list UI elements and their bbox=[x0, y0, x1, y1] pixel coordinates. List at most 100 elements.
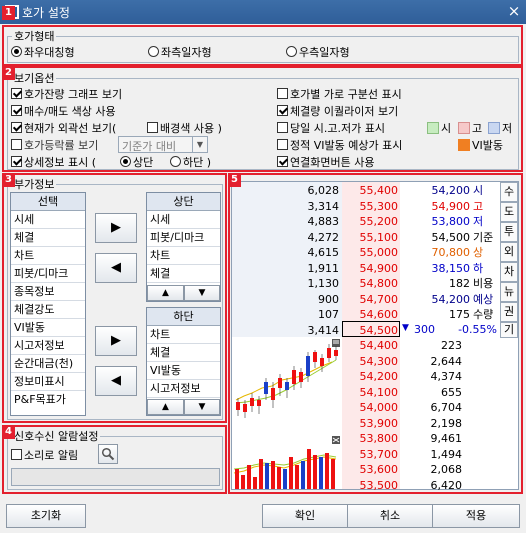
bottom-move-up-button[interactable]: ▲ bbox=[147, 399, 184, 415]
option-price-outline[interactable]: 현재가 외곽선 보기( bbox=[11, 120, 116, 136]
cancel-button[interactable]: 취소 bbox=[347, 504, 433, 528]
ask-qty: 4,272 bbox=[307, 230, 340, 244]
list-item[interactable]: 종목정보 bbox=[11, 283, 85, 301]
option-background-color[interactable]: 배경색 사용 ) bbox=[147, 120, 222, 136]
badge-5: 5 bbox=[228, 173, 241, 187]
option-row-divider[interactable]: 호가별 가로 구분선 표시 bbox=[277, 86, 402, 102]
option-depth-graph[interactable]: 호가잔량 그래프 보기 bbox=[11, 86, 122, 102]
ask-qty: 1,911 bbox=[307, 261, 340, 275]
sound-search-button[interactable] bbox=[98, 444, 118, 464]
close-button[interactable]: × bbox=[505, 3, 523, 21]
info-label: 예상 bbox=[473, 292, 494, 306]
ask-qty: 107 bbox=[318, 308, 339, 321]
badge-4: 4 bbox=[2, 425, 15, 439]
info-label: 시 bbox=[473, 184, 484, 197]
reset-button[interactable]: 초기화 bbox=[6, 504, 86, 528]
ok-button[interactable]: 확인 bbox=[262, 504, 348, 528]
tab-foreign[interactable]: 외 bbox=[500, 242, 518, 262]
ask-qty: 4,883 bbox=[307, 215, 340, 228]
volume-chart bbox=[233, 436, 340, 489]
option-linked-buttons[interactable]: 연결화면버튼 사용 bbox=[277, 154, 374, 170]
ask-price: 55,200 bbox=[359, 215, 399, 228]
radio-detail-top[interactable]: 상단 bbox=[120, 154, 153, 170]
legend-low: 저 bbox=[488, 120, 512, 136]
ask-price: 55,300 bbox=[359, 199, 399, 213]
top-header: 상단 bbox=[147, 193, 220, 211]
radio-detail-bottom[interactable]: 하단 ) bbox=[170, 154, 211, 170]
list-item[interactable]: 차트 bbox=[147, 326, 220, 344]
list-item[interactable]: 시고저정보 bbox=[11, 337, 85, 355]
tab-chart[interactable]: 차 bbox=[500, 262, 518, 282]
radio-icon bbox=[170, 156, 181, 167]
tab-order[interactable]: 수 bbox=[500, 182, 518, 202]
top-move-down-button[interactable]: ▼ bbox=[184, 285, 220, 301]
info-value: 182 bbox=[449, 277, 470, 290]
option-vi-expected[interactable]: 정적 VI발동 예상가 표시 bbox=[277, 137, 402, 153]
tab-sell[interactable]: 도 bbox=[500, 202, 518, 222]
bid-price: 54,100 bbox=[359, 385, 399, 399]
bid-price: 54,000 bbox=[359, 401, 399, 414]
quote-type-group: 호가형태 bbox=[7, 28, 519, 63]
ask-qty: 3,314 bbox=[307, 199, 340, 213]
selection-list[interactable]: 선택 시세 체결 차트 피봇/디마크 종목정보 체결강도 VI발동 시고저정보 … bbox=[10, 192, 86, 416]
apply-button[interactable]: 적용 bbox=[432, 504, 520, 528]
list-item[interactable]: 체결 bbox=[11, 229, 85, 247]
list-item[interactable]: 시세 bbox=[11, 211, 85, 229]
option-equalizer[interactable]: 체결량 이퀄라이저 보기 bbox=[277, 103, 398, 119]
list-item[interactable]: VI발동 bbox=[11, 319, 85, 337]
tab-rights[interactable]: 권 bbox=[500, 302, 518, 322]
view-options-legend: 보기옵션 bbox=[14, 72, 55, 85]
base-price-dropdown[interactable]: 기준가 대비 ▼ bbox=[118, 136, 208, 153]
list-item[interactable]: 체결강도 bbox=[11, 301, 85, 319]
info-label: 기준 bbox=[473, 230, 494, 244]
info-label: 저 bbox=[473, 215, 484, 228]
sound-alarm-checkbox[interactable]: 소리로 알림 bbox=[11, 447, 78, 463]
sound-file-field[interactable] bbox=[11, 468, 220, 486]
option-buy-sell-color[interactable]: 매수/매도 색상 사용 bbox=[11, 103, 116, 119]
option-change-rate[interactable]: 호가등락률 보기 bbox=[11, 137, 98, 153]
remove-from-bottom-button[interactable]: ◀ bbox=[95, 366, 137, 396]
list-item[interactable]: 시세 bbox=[147, 211, 220, 229]
bid-qty: 6,420 bbox=[430, 478, 463, 492]
add-to-bottom-button[interactable]: ▶ bbox=[95, 326, 137, 356]
bottom-move-down-button[interactable]: ▼ bbox=[184, 399, 220, 415]
ask-qty: 900 bbox=[318, 292, 339, 306]
radio-right-aligned[interactable]: 우측일자형 bbox=[286, 44, 350, 60]
bid-qty: 4,374 bbox=[430, 370, 463, 383]
list-item[interactable]: 체결 bbox=[147, 265, 220, 283]
info-label: 고 bbox=[473, 199, 484, 213]
ask-price: 54,800 bbox=[359, 277, 399, 290]
option-detail-info[interactable]: 상세정보 표시 ( bbox=[11, 154, 96, 170]
badge-3: 3 bbox=[2, 173, 15, 187]
option-ohl-display[interactable]: 당일 시.고.저가 표시 bbox=[277, 120, 385, 136]
arrow-up-icon: ▲ bbox=[162, 288, 169, 298]
ask-qty: 1,130 bbox=[307, 277, 340, 290]
list-item[interactable]: 체결 bbox=[147, 344, 220, 362]
list-item[interactable]: 차트 bbox=[11, 247, 85, 265]
radio-symmetric[interactable]: 좌우대칭형 bbox=[11, 44, 75, 60]
list-item[interactable]: VI발동 bbox=[147, 362, 220, 380]
top-move-up-button[interactable]: ▲ bbox=[147, 285, 184, 301]
change-diff: 300 bbox=[414, 323, 435, 336]
add-to-top-button[interactable]: ▶ bbox=[95, 213, 137, 243]
radio-left-aligned[interactable]: 좌측일자형 bbox=[148, 44, 212, 60]
bid-price: 54,300 bbox=[359, 354, 399, 368]
list-item[interactable]: P&F목표가 bbox=[11, 391, 85, 409]
checkbox-icon bbox=[277, 122, 288, 133]
list-item[interactable]: 정보미표시 bbox=[11, 373, 85, 391]
tab-news[interactable]: 뉴 bbox=[500, 282, 518, 302]
checkbox-icon bbox=[277, 156, 288, 167]
list-item[interactable]: 피봇/디마크 bbox=[147, 229, 220, 247]
tab-other[interactable]: 기 bbox=[500, 322, 518, 338]
list-item[interactable]: 시고저정보 bbox=[147, 380, 220, 398]
bottom-header: 하단 bbox=[147, 308, 220, 326]
tab-investor[interactable]: 투 bbox=[500, 222, 518, 242]
window-title: 호가 설정 bbox=[22, 6, 70, 20]
info-label: 수량 bbox=[473, 308, 494, 321]
list-item[interactable]: 차트 bbox=[147, 247, 220, 265]
ask-price: 54,500 bbox=[359, 323, 399, 337]
list-item[interactable]: 순간대금(천) bbox=[11, 355, 85, 373]
list-item[interactable]: 피봇/디마크 bbox=[11, 265, 85, 283]
open-swatch bbox=[427, 122, 439, 134]
remove-from-top-button[interactable]: ◀ bbox=[95, 253, 137, 283]
